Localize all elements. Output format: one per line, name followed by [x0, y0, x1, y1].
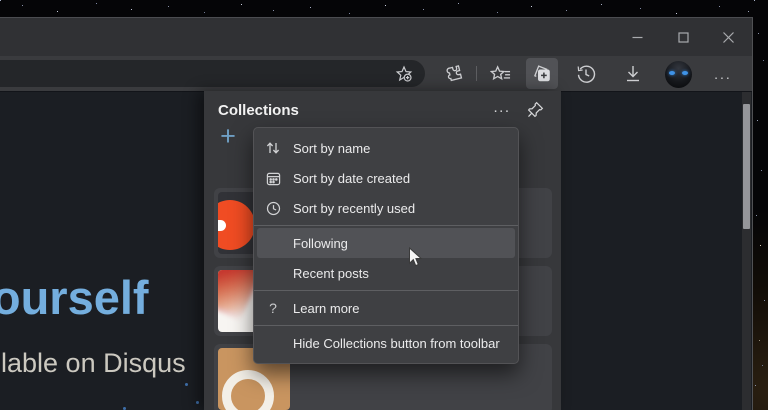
calendar-icon: [262, 171, 284, 186]
menu-item-label: Sort by name: [293, 141, 370, 156]
start-new-collection-button[interactable]: +: [214, 123, 242, 151]
browser-window: ... Yourself lable on Disqus Collections: [0, 17, 753, 410]
menu-separator: [254, 325, 518, 326]
menu-item-learn-more[interactable]: ? Learn more: [254, 293, 518, 323]
menu-item-sort-by-recent[interactable]: Sort by recently used: [254, 193, 518, 223]
browser-toolbar: ...: [0, 56, 752, 91]
menu-item-following[interactable]: Following: [257, 228, 515, 258]
add-favorite-button[interactable]: [393, 63, 415, 85]
cursor-arrow-icon: [408, 247, 423, 268]
close-button[interactable]: [706, 18, 750, 56]
minimize-button[interactable]: [615, 18, 659, 56]
avatar-eye: [669, 71, 675, 75]
menu-item-label: Learn more: [293, 301, 359, 316]
collections-icon: [532, 64, 552, 83]
toolbar-separator: [476, 66, 477, 81]
browser-titlebar[interactable]: [0, 18, 752, 56]
page-subheading: lable on Disqus: [1, 348, 186, 379]
maximize-button[interactable]: [661, 18, 705, 56]
collections-more-button[interactable]: ...: [488, 95, 516, 119]
downloads-button[interactable]: [617, 58, 649, 89]
menu-item-label: Sort by recently used: [293, 201, 415, 216]
maximize-icon: [678, 32, 689, 43]
stars-right: [754, 0, 755, 1]
pin-panel-button[interactable]: [522, 96, 548, 122]
downloads-icon: [624, 64, 642, 83]
extensions-icon: [444, 64, 463, 83]
collections-panel-title: Collections: [218, 102, 299, 119]
page-scrollbar[interactable]: [742, 92, 751, 410]
close-icon: [723, 32, 734, 43]
push-pin-icon: [526, 100, 545, 119]
sort-arrows-icon: [262, 140, 284, 156]
menu-item-label: Recent posts: [293, 266, 369, 281]
more-dots-icon: ...: [714, 69, 732, 79]
collections-button[interactable]: [526, 58, 558, 89]
menu-item-label: Sort by date created: [293, 171, 410, 186]
clock-icon: [262, 201, 284, 216]
white-ring: [222, 370, 274, 410]
screenshot-stage: ... Yourself lable on Disqus Collections: [0, 0, 768, 410]
favorites-bar-button[interactable]: [484, 58, 516, 89]
history-button[interactable]: [570, 58, 602, 89]
minimize-icon: [632, 32, 643, 43]
favorites-star-lines-icon: [490, 65, 511, 83]
avatar-eye: [682, 71, 688, 75]
profile-avatar[interactable]: [665, 61, 692, 88]
extensions-button[interactable]: [437, 58, 469, 89]
page-heading: Yourself: [0, 270, 149, 325]
menu-separator: [254, 290, 518, 291]
menu-item-recent-posts[interactable]: Recent posts: [254, 258, 518, 288]
history-icon: [576, 64, 596, 84]
menu-item-label: Hide Collections button from toolbar: [293, 336, 500, 351]
decorative-dot: [196, 401, 199, 404]
add-favorite-star-icon: [395, 65, 413, 83]
mouse-cursor: [408, 247, 423, 268]
menu-item-hide-collections-button[interactable]: Hide Collections button from toolbar: [254, 328, 518, 358]
question-icon: ?: [262, 300, 284, 316]
menu-separator: [254, 225, 518, 226]
menu-item-sort-by-name[interactable]: Sort by name: [254, 133, 518, 163]
scrollbar-thumb[interactable]: [743, 104, 750, 229]
collections-context-menu: Sort by name Sort by date created Sort b…: [253, 127, 519, 364]
address-bar[interactable]: [0, 60, 425, 87]
menu-item-label: Following: [293, 236, 348, 251]
settings-more-button[interactable]: ...: [707, 58, 739, 89]
stars-top: [0, 0, 1, 1]
menu-item-sort-by-date[interactable]: Sort by date created: [254, 163, 518, 193]
decorative-dot: [185, 383, 188, 386]
